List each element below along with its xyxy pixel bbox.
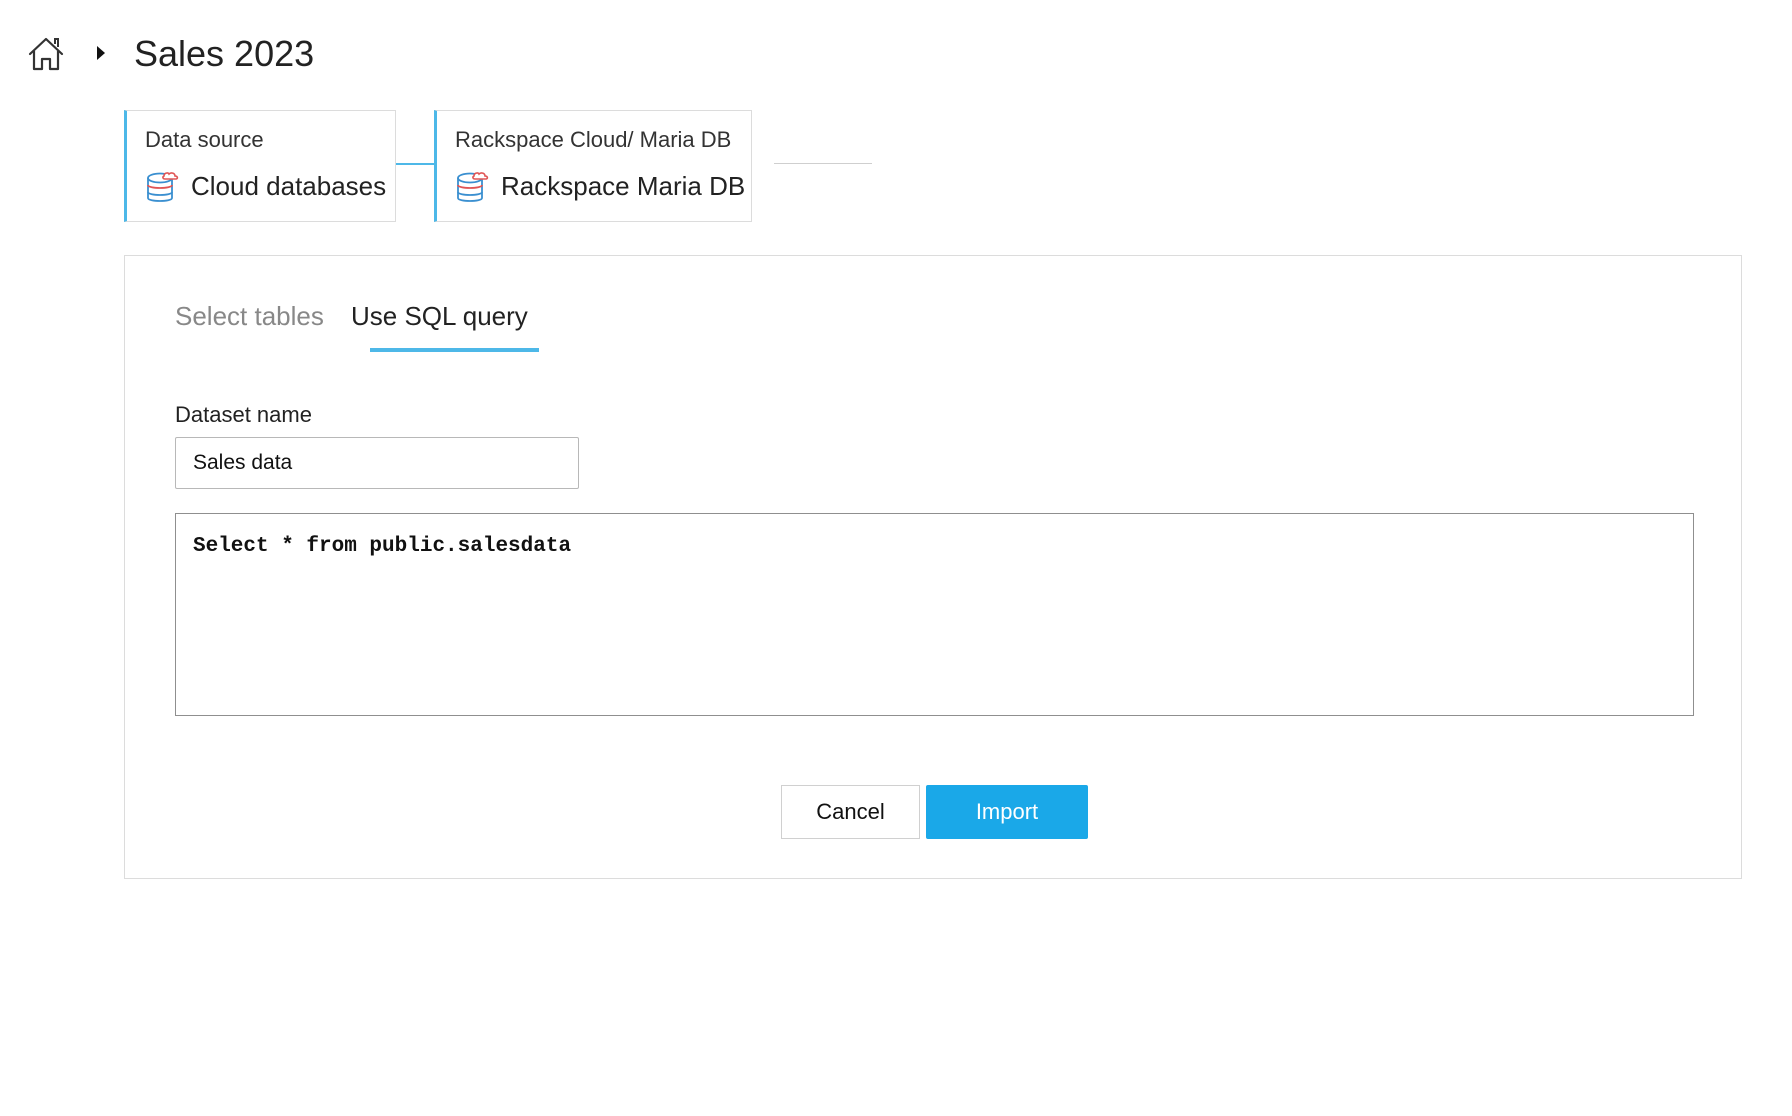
cancel-button[interactable]: Cancel	[781, 785, 920, 839]
step-label: Data source	[145, 127, 264, 152]
import-button[interactable]: Import	[926, 785, 1088, 839]
page-title: Sales 2023	[134, 33, 315, 74]
sql-query-editor[interactable]: Select * from public.salesdata	[175, 513, 1694, 716]
step-label: Rackspace Cloud/ Maria DB	[455, 127, 732, 152]
step-connector	[396, 163, 434, 165]
step-card-connection[interactable]: Rackspace Cloud/ Maria DB Rackspace Mari…	[434, 110, 752, 222]
tab-use-sql-query[interactable]: Use SQL query	[351, 296, 528, 336]
home-icon[interactable]	[26, 34, 66, 74]
tab-select-tables[interactable]: Select tables	[175, 296, 324, 336]
step-card-data-source[interactable]: Data source Cloud databases	[124, 110, 396, 222]
cloud-database-icon	[457, 172, 489, 202]
dataset-name-label: Dataset name	[175, 402, 312, 427]
step-value: Cloud databases	[191, 171, 387, 201]
cloud-database-icon	[147, 172, 179, 202]
dataset-name-input[interactable]	[175, 437, 579, 489]
import-panel: Select tables Use SQL query Dataset name…	[124, 255, 1742, 879]
step-value: Rackspace Maria DB	[501, 171, 746, 201]
active-tab-indicator	[370, 348, 539, 352]
step-connector-pending	[774, 163, 872, 164]
caret-right-icon	[97, 46, 105, 60]
